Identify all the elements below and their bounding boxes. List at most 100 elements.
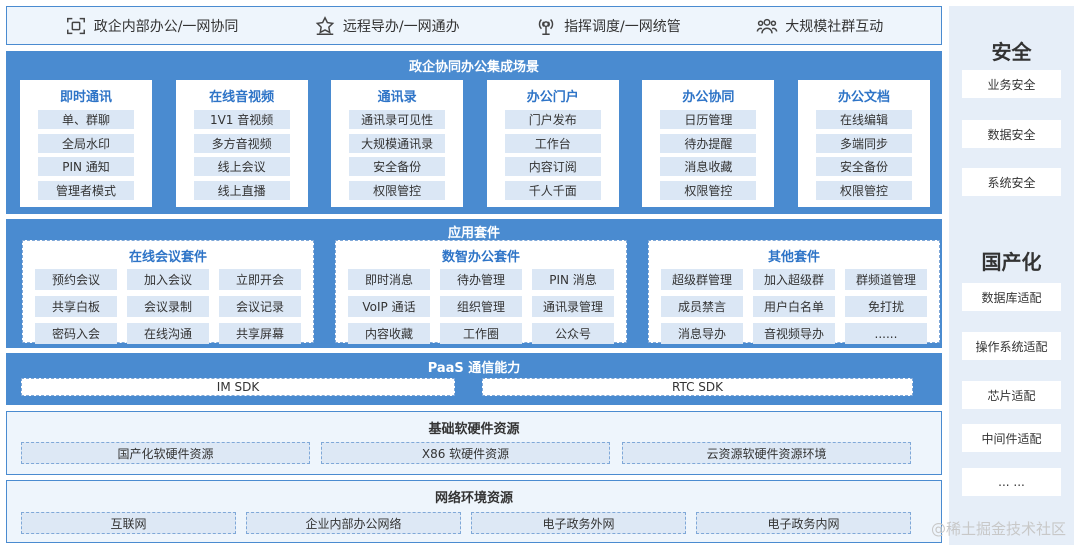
suite-item: 共享白板	[35, 296, 117, 317]
security-title: 安全	[991, 40, 1032, 64]
suite-title: 其他套件	[767, 250, 820, 265]
localization-item: 中间件适配	[962, 424, 1061, 452]
section-title: PaaS 通信能力	[427, 361, 521, 376]
card-title: 办公门户	[526, 90, 579, 105]
security-item: 业务安全	[962, 70, 1061, 98]
suite-item: 即时消息	[348, 269, 430, 290]
card-item: 通讯录可见性	[349, 110, 446, 129]
suite-item: 成员禁言	[661, 296, 743, 317]
network-item: 电子政务外网	[471, 512, 686, 534]
suite-item: 群频道管理	[845, 269, 927, 290]
card-item: 门户发布	[504, 110, 601, 129]
rtc-sdk-box: RTC SDK	[482, 378, 913, 396]
card-title: 办公协同	[682, 90, 735, 105]
card-title: 办公文档	[837, 90, 890, 105]
suite-title: 数智办公套件	[441, 250, 520, 265]
suite-item: 预约会议	[35, 269, 117, 290]
suite-item: PIN 消息	[532, 269, 614, 290]
watermark: @稀土掘金技术社区	[930, 520, 1066, 538]
suite-item: 内容收藏	[348, 323, 430, 344]
scene-card-im: 即时通讯 单、群聊 全局水印 PIN 通知 管理者模式	[20, 80, 152, 207]
card-item: 工作台	[504, 133, 601, 153]
suite-item: 公众号	[532, 323, 614, 344]
security-item: 系统安全	[962, 168, 1061, 196]
community-icon	[756, 18, 778, 33]
security-item: 数据安全	[962, 120, 1061, 148]
suite-grid: 预约会议 加入会议 立即开会 共享白板 会议录制 会议记录 密码入会 在线沟通 …	[35, 269, 301, 344]
suite-item: 消息导办	[661, 323, 743, 344]
card-title: 通讯录	[377, 90, 417, 105]
section-title: 基础软硬件资源	[428, 422, 520, 437]
card-item: 千人千面	[504, 180, 601, 200]
suite-item: 会议录制	[127, 296, 209, 317]
scene-card-av: 在线音视频 1V1 音视频 多方音视频 线上会议 线上直播	[175, 80, 308, 207]
card-item: 内容订阅	[504, 157, 601, 176]
suite-item: 立即开会	[219, 269, 301, 290]
scene-card-portal: 办公门户 门户发布 工作台 内容订阅 千人千面	[486, 80, 619, 207]
section-title: 应用套件	[447, 226, 500, 241]
localization-item: ... ...	[962, 468, 1061, 496]
card-item: 日历管理	[660, 110, 757, 129]
suite-meeting: 在线会议套件 预约会议 加入会议 立即开会 共享白板 会议录制 会议记录 密码入…	[22, 240, 314, 344]
suite-item: 超级群管理	[661, 269, 743, 290]
localization-item: 操作系统适配	[962, 332, 1061, 360]
card-item: 待办提醒	[660, 133, 757, 153]
scenario-label: 指挥调度/一网统管	[564, 18, 681, 35]
scenario-label: 远程导办/一网通办	[342, 18, 460, 35]
card-item: 消息收藏	[660, 157, 757, 176]
card-item: 权限管控	[660, 180, 757, 200]
suite-item: ......	[845, 323, 927, 344]
collaboration-icon	[66, 17, 85, 34]
network-item: 电子政务内网	[696, 512, 911, 534]
suite-smart-office: 数智办公套件 即时消息 待办管理 PIN 消息 VoIP 通话 组织管理 通讯录…	[335, 240, 627, 344]
dispatch-icon	[538, 18, 554, 35]
card-title: 在线音视频	[209, 90, 275, 105]
card-item: 多方音视频	[193, 133, 290, 153]
suite-item: 会议记录	[219, 296, 301, 317]
suite-item: 组织管理	[440, 296, 522, 317]
suite-item: 加入超级群	[753, 269, 835, 290]
card-item: 安全备份	[349, 157, 446, 176]
suite-row: 在线会议套件 预约会议 加入会议 立即开会 共享白板 会议录制 会议记录 密码入…	[22, 240, 940, 344]
scenario-remote-guide: 远程导办/一网通办	[314, 15, 460, 37]
right-column: 安全 业务安全 数据安全 系统安全 国产化 数据库适配 操作系统适配 芯片适配 …	[949, 6, 1074, 545]
scenario-collaboration: 政企内部办公/一网协同	[65, 15, 238, 37]
network-item: 互联网	[21, 512, 236, 534]
suite-item: 通讯录管理	[532, 296, 614, 317]
im-sdk-box: IM SDK	[21, 378, 455, 396]
infra-item: 国产化软硬件资源	[21, 442, 310, 464]
suite-other: 其他套件 超级群管理 加入超级群 群频道管理 成员禁言 用户白名单 免打扰 消息…	[648, 240, 940, 344]
scenario-community: 大规模社群互动	[756, 15, 883, 37]
network-item: 企业内部办公网络	[246, 512, 461, 534]
card-title: 即时通讯	[59, 90, 112, 105]
localization-item: 数据库适配	[962, 283, 1061, 311]
scenario-label: 大规模社群互动	[785, 18, 884, 35]
suite-grid: 即时消息 待办管理 PIN 消息 VoIP 通话 组织管理 通讯录管理 内容收藏…	[348, 269, 614, 344]
suite-item: 加入会议	[127, 269, 209, 290]
localization-item: 芯片适配	[962, 381, 1061, 409]
suite-grid: 超级群管理 加入超级群 群频道管理 成员禁言 用户白名单 免打扰 消息导办 音视…	[661, 269, 927, 344]
card-item: 单、群聊	[38, 110, 134, 129]
card-item: PIN 通知	[38, 157, 134, 176]
suite-item: 在线沟通	[127, 323, 209, 344]
section-title: 网络环境资源	[434, 491, 513, 506]
scene-card-docs: 办公文档 在线编辑 多端同步 安全备份 权限管控	[797, 80, 930, 207]
card-item: 大规模通讯录	[349, 133, 446, 153]
card-item: 多端同步	[815, 133, 912, 153]
suite-item: 免打扰	[845, 296, 927, 317]
scene-card-contacts: 通讯录 通讯录可见性 大规模通讯录 安全备份 权限管控	[331, 80, 464, 207]
suite-item: 工作圈	[440, 323, 522, 344]
suite-item: 共享屏幕	[219, 323, 301, 344]
scenario-dispatch: 指挥调度/一网统管	[535, 15, 681, 37]
card-item: 安全备份	[815, 157, 912, 176]
suite-item: 用户白名单	[753, 296, 835, 317]
infra-item: X86 软硬件资源	[321, 442, 610, 464]
scene-card-row: 即时通讯 单、群聊 全局水印 PIN 通知 管理者模式 在线音视频 1V1 音视…	[20, 80, 930, 207]
scenario-bar: 政企内部办公/一网协同 远程导办/一网通办 指挥调度/一网统管 大规模社群互动	[6, 6, 942, 45]
suite-item: 音视频导办	[753, 323, 835, 344]
infra-item: 云资源软硬件资源环境	[622, 442, 911, 464]
suite-item: 待办管理	[440, 269, 522, 290]
card-item: 线上会议	[193, 157, 290, 176]
card-item: 管理者模式	[38, 180, 134, 200]
card-item: 在线编辑	[815, 110, 912, 129]
